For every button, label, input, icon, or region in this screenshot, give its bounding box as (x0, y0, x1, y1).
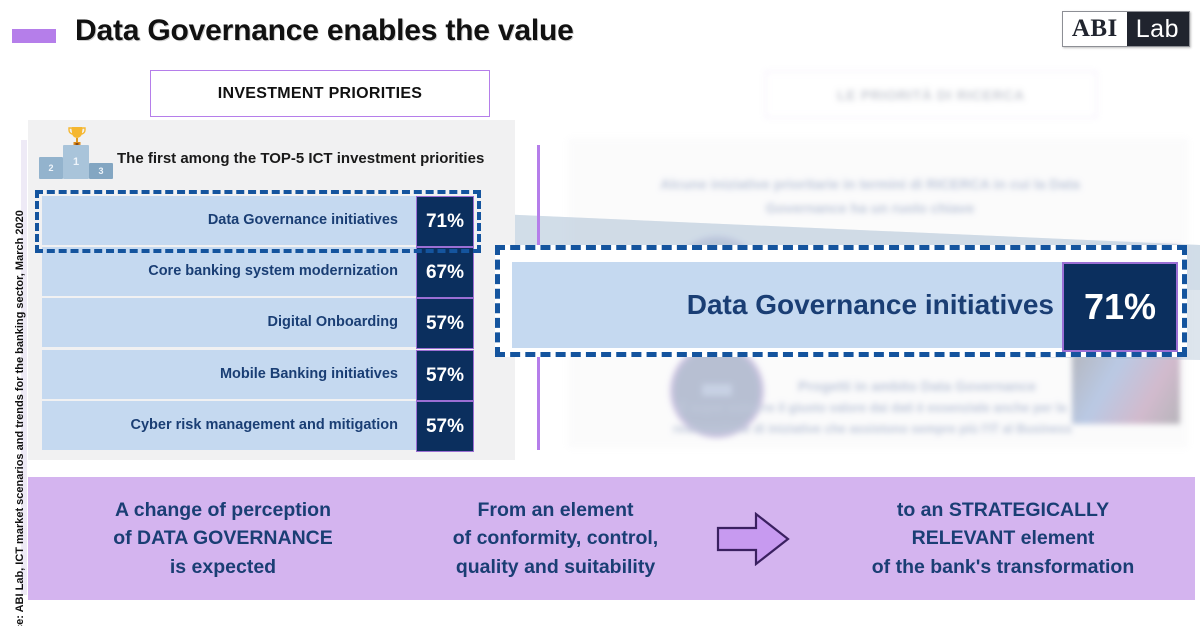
bar-fill-2 (42, 298, 474, 347)
title-accent-bar (12, 29, 56, 43)
right-arrow-icon (716, 511, 790, 566)
logo-abi-text: ABI (1062, 12, 1127, 46)
bar-row-2[interactable]: Digital Onboarding 57% (42, 298, 474, 349)
bar-label-4: Cyber risk management and mitigation (130, 417, 398, 433)
ghost-chip-label: LE PRIORITÀ DI RICERCA (765, 71, 1097, 118)
callout-bar: Data Governance initiatives 71% (512, 262, 1178, 352)
banner-col2-line3: quality and suitability (455, 555, 656, 578)
podium-place-1: 1 (63, 145, 89, 179)
banner-arrow-cell (693, 511, 813, 566)
banner-col1-line3: is expected (169, 555, 277, 578)
banner-col3-line1: to an STRATEGICALLY (896, 499, 1110, 522)
banner-col2-line1: From an element (477, 499, 634, 522)
abi-lab-logo: ABI Lab (1061, 11, 1190, 47)
banner-column-1: A change of perception of DATA GOVERNANC… (28, 496, 418, 581)
highlight-outline-top-bar (35, 190, 481, 253)
ghost-footer: È super estrarre il giusto valore dai da… (600, 398, 1145, 441)
bar-row-4[interactable]: Cyber risk management and mitigation 57% (42, 401, 474, 452)
bar-value-4: 57% (416, 401, 474, 452)
logo-lab-text: Lab (1126, 12, 1189, 46)
banner-column-2: From an element of conformity, control, … (418, 496, 693, 581)
callout-label: Data Governance initiatives (686, 289, 1054, 320)
source-note: Source: ABI Lab, ICT market scenarios an… (14, 210, 26, 626)
callout-data-governance: Data Governance initiatives 71% (495, 245, 1187, 357)
bar-value-3: 57% (416, 350, 474, 401)
bar-value-1: 67% (416, 247, 474, 298)
panel-caption: The first among the TOP-5 ICT investment… (117, 150, 485, 167)
bar-row-3[interactable]: Mobile Banking initiatives 57% (42, 350, 474, 401)
ghost-footer-1: È super estrarre il giusto valore dai da… (678, 401, 1067, 415)
section-chip-investment-priorities: INVESTMENT PRIORITIES (150, 70, 490, 117)
podium-place-3: 3 (89, 163, 113, 179)
page-title: Data Governance enables the value (75, 14, 574, 47)
ghost-footer-2: realizzazione di iniziative che assiston… (673, 422, 1072, 437)
banner-col1-line2: of DATA GOVERNANCE (113, 527, 333, 550)
bar-value-2: 57% (416, 298, 474, 349)
bar-label-3: Mobile Banking initiatives (219, 366, 398, 382)
podium-place-2: 2 (39, 157, 63, 179)
banner-col1-line1: A change of perception (115, 499, 331, 522)
bar-row-1[interactable]: Core banking system modernization 67% (42, 247, 474, 298)
section-chip-label: INVESTMENT PRIORITIES (217, 84, 423, 102)
podium-icon: 2 1 3 (35, 127, 119, 181)
bar-label-1: Core banking system modernization (148, 263, 398, 279)
slide-canvas: Data Governance enables the value ABI La… (0, 0, 1200, 626)
banner-col3-line2: RELEVANT element (911, 527, 1095, 550)
bar-label-2: Digital Onboarding (267, 314, 399, 330)
banner-col3-line3: of the bank's transformation (871, 555, 1135, 578)
banner-column-3: to an STRATEGICALLY RELEVANT element of … (813, 496, 1193, 581)
banner-col2-line2: of conformity, control, (452, 527, 659, 550)
callout-value: 71% (1062, 262, 1178, 352)
summary-banner: A change of perception of DATA GOVERNANC… (28, 477, 1195, 600)
ghost-item-label-2: Progetti in ambito Data Governance (798, 378, 1037, 394)
